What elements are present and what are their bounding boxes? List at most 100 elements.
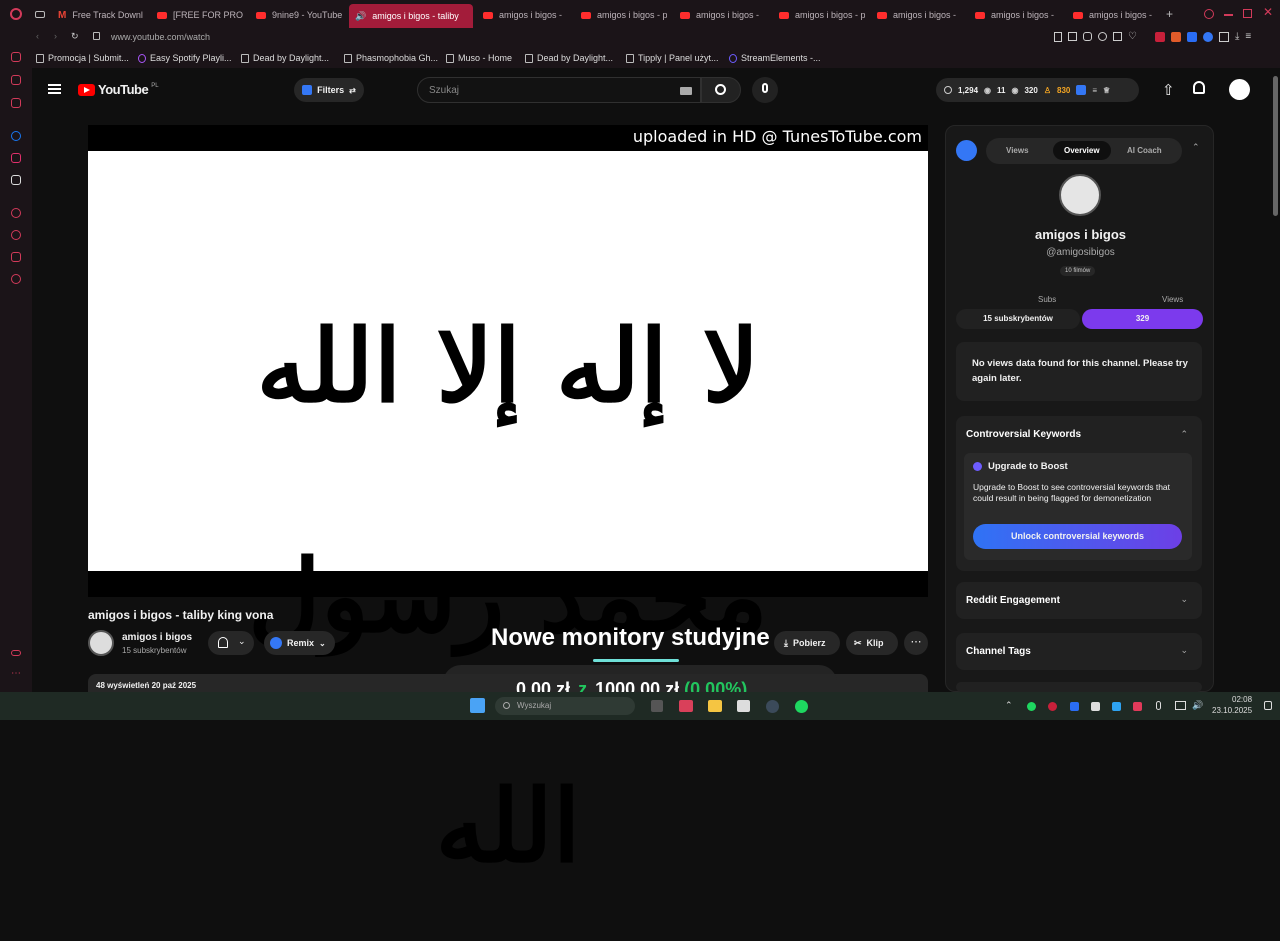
extension-blue-icon[interactable] bbox=[1186, 32, 1197, 42]
channel-tags-card[interactable]: Channel Tags ⌄ bbox=[956, 633, 1202, 670]
tab-amigos[interactable]: amigos i bigos - p bbox=[773, 5, 865, 25]
adblock-icon[interactable] bbox=[1098, 32, 1107, 41]
gmail-sidebar-icon[interactable] bbox=[11, 98, 21, 108]
ai-icon[interactable] bbox=[11, 52, 21, 62]
history-icon[interactable] bbox=[11, 230, 21, 240]
store-icon[interactable] bbox=[737, 700, 750, 712]
tab-active-amigos[interactable]: 🔊 amigos i bigos - taliby bbox=[349, 4, 473, 28]
forward-icon[interactable]: › bbox=[54, 31, 57, 41]
microphone-icon[interactable] bbox=[1156, 701, 1161, 710]
gx-icon[interactable] bbox=[11, 650, 21, 656]
tab-amigos[interactable]: amigos i bigos - bbox=[674, 5, 766, 25]
url-input[interactable]: www.youtube.com/watch bbox=[111, 32, 210, 42]
settings-gear-icon[interactable] bbox=[11, 274, 21, 284]
file-explorer-icon[interactable] bbox=[708, 700, 722, 712]
news-icon[interactable] bbox=[11, 75, 21, 85]
tab-workspaces-icon[interactable] bbox=[35, 11, 45, 18]
steam-icon[interactable] bbox=[766, 700, 779, 713]
channel-name[interactable]: amigos i bigos bbox=[122, 632, 192, 643]
volume-icon[interactable]: 🔊 bbox=[1192, 700, 1203, 711]
more-actions-button[interactable]: ⋯ bbox=[904, 631, 928, 655]
youtube-logo[interactable]: YouTube PL bbox=[78, 82, 159, 97]
clock-time[interactable]: 02:08 bbox=[1232, 695, 1252, 704]
maximize-icon[interactable] bbox=[1243, 9, 1252, 18]
tray-app-icon[interactable] bbox=[1133, 702, 1142, 711]
task-view-icon[interactable] bbox=[651, 700, 663, 712]
bookmark-item[interactable]: Easy Spotify Playli... bbox=[138, 53, 232, 63]
clip-button[interactable]: ✂ Klip bbox=[846, 631, 898, 655]
clock-date[interactable]: 23.10.2025 bbox=[1212, 706, 1252, 715]
tab-amigos[interactable]: amigos i bigos - bbox=[969, 5, 1061, 25]
extension-orange-icon[interactable] bbox=[1170, 32, 1181, 42]
bookmark-item[interactable]: Muso - Home bbox=[446, 53, 512, 63]
tab-ai-coach[interactable]: AI Coach bbox=[1127, 146, 1162, 155]
taskbar-search[interactable]: Wyszukaj bbox=[495, 697, 635, 715]
tab-amigos[interactable]: amigos i bigos - bbox=[1067, 5, 1159, 25]
tab-amigos[interactable]: amigos i bigos - p bbox=[575, 5, 667, 25]
opera-logo-icon[interactable] bbox=[10, 8, 22, 20]
vidiq-filters-button[interactable]: Filters ⇄ bbox=[294, 78, 364, 102]
tray-chevron-up-icon[interactable]: ⌃ bbox=[1005, 700, 1013, 711]
bookmark-item[interactable]: Dead by Daylight... bbox=[241, 53, 329, 63]
close-icon[interactable]: ✕ bbox=[1263, 5, 1273, 19]
tab-views[interactable]: Views bbox=[1006, 146, 1029, 155]
collapse-panel-icon[interactable]: ⌃ bbox=[1192, 142, 1200, 153]
spotify-icon[interactable] bbox=[795, 700, 808, 713]
voice-search-button[interactable] bbox=[752, 77, 778, 103]
tiktok-icon[interactable] bbox=[11, 175, 21, 185]
new-tab-icon[interactable]: + bbox=[1166, 7, 1173, 21]
trophy-icon[interactable]: ♕ bbox=[1103, 86, 1110, 95]
tab-9nine9[interactable]: 9nine9 - YouTube bbox=[250, 5, 342, 25]
extensions-icon[interactable] bbox=[11, 252, 21, 262]
bookmark-item[interactable]: Dead by Daylight... bbox=[525, 53, 613, 63]
instagram-icon[interactable] bbox=[11, 153, 21, 163]
notifications-subscribe-button[interactable]: ⌄ bbox=[208, 631, 254, 655]
notifications-bell-icon[interactable] bbox=[1193, 81, 1205, 94]
search-tabs-icon[interactable] bbox=[1204, 9, 1214, 19]
next-card[interactable] bbox=[956, 682, 1202, 692]
explorer-icon[interactable] bbox=[679, 700, 693, 712]
channel-avatar[interactable] bbox=[88, 630, 114, 656]
minimize-icon[interactable] bbox=[1224, 14, 1233, 16]
tray-app-icon[interactable] bbox=[1112, 702, 1121, 711]
tray-app-icon[interactable] bbox=[1091, 702, 1100, 711]
tab-amigos[interactable]: amigos i bigos - bbox=[871, 5, 963, 25]
list-icon[interactable]: ≡ bbox=[1092, 86, 1097, 95]
tab-free-for-profit[interactable]: [FREE FOR PROFI bbox=[151, 5, 243, 25]
screenshot-icon[interactable] bbox=[1068, 32, 1077, 41]
notification-icon[interactable] bbox=[1264, 701, 1272, 710]
page-scrollbar[interactable] bbox=[1273, 76, 1278, 216]
bookmark-page-icon[interactable] bbox=[1054, 32, 1062, 42]
unlock-controversial-keywords-button[interactable]: Unlock controversial keywords bbox=[973, 524, 1182, 549]
tab-gmail[interactable]: M Free Track Downl bbox=[52, 5, 144, 25]
tab-overview[interactable]: Overview bbox=[1053, 141, 1111, 160]
avatar[interactable] bbox=[1229, 79, 1250, 100]
download-icon[interactable]: ⤓ bbox=[1235, 32, 1239, 42]
more-icon[interactable]: ⋯ bbox=[11, 668, 21, 679]
extensions-puzzle-icon[interactable] bbox=[1218, 32, 1229, 42]
remix-button[interactable]: Remix ⌄ bbox=[264, 631, 335, 655]
reddit-engagement-card[interactable]: Reddit Engagement ⌄ bbox=[956, 582, 1202, 619]
download-button[interactable]: ⤓ Pobierz bbox=[774, 631, 840, 655]
video-player[interactable]: لا إله إلا الله محمد رسول الله uploaded … bbox=[88, 125, 928, 885]
start-button-icon[interactable] bbox=[470, 698, 485, 713]
tray-spotify-icon[interactable] bbox=[1027, 702, 1036, 711]
tray-app-icon[interactable] bbox=[1070, 702, 1079, 711]
network-icon[interactable] bbox=[1175, 701, 1186, 710]
chevron-up-icon[interactable]: ⌃ bbox=[1180, 429, 1188, 440]
menu-icon[interactable]: ≡ bbox=[1245, 32, 1251, 42]
camera-icon[interactable] bbox=[1113, 32, 1122, 41]
hamburger-menu-icon[interactable] bbox=[48, 84, 61, 94]
reload-icon[interactable]: ↻ bbox=[71, 31, 79, 42]
bookmark-item[interactable]: Phasmophobia Gh... bbox=[344, 53, 438, 63]
back-icon[interactable]: ‹ bbox=[36, 31, 39, 41]
vidiq-icon[interactable] bbox=[1076, 85, 1087, 95]
tray-discord-icon[interactable] bbox=[1048, 702, 1057, 711]
heart-icon[interactable]: ♡ bbox=[1128, 32, 1137, 42]
player-icon[interactable] bbox=[11, 208, 21, 218]
messenger-icon[interactable] bbox=[11, 131, 21, 141]
search-button[interactable] bbox=[701, 77, 741, 103]
upload-icon[interactable]: ⇧ bbox=[1162, 81, 1175, 99]
extension-red-icon[interactable] bbox=[1154, 32, 1165, 42]
tab-amigos[interactable]: amigos i bigos - bbox=[477, 5, 569, 25]
